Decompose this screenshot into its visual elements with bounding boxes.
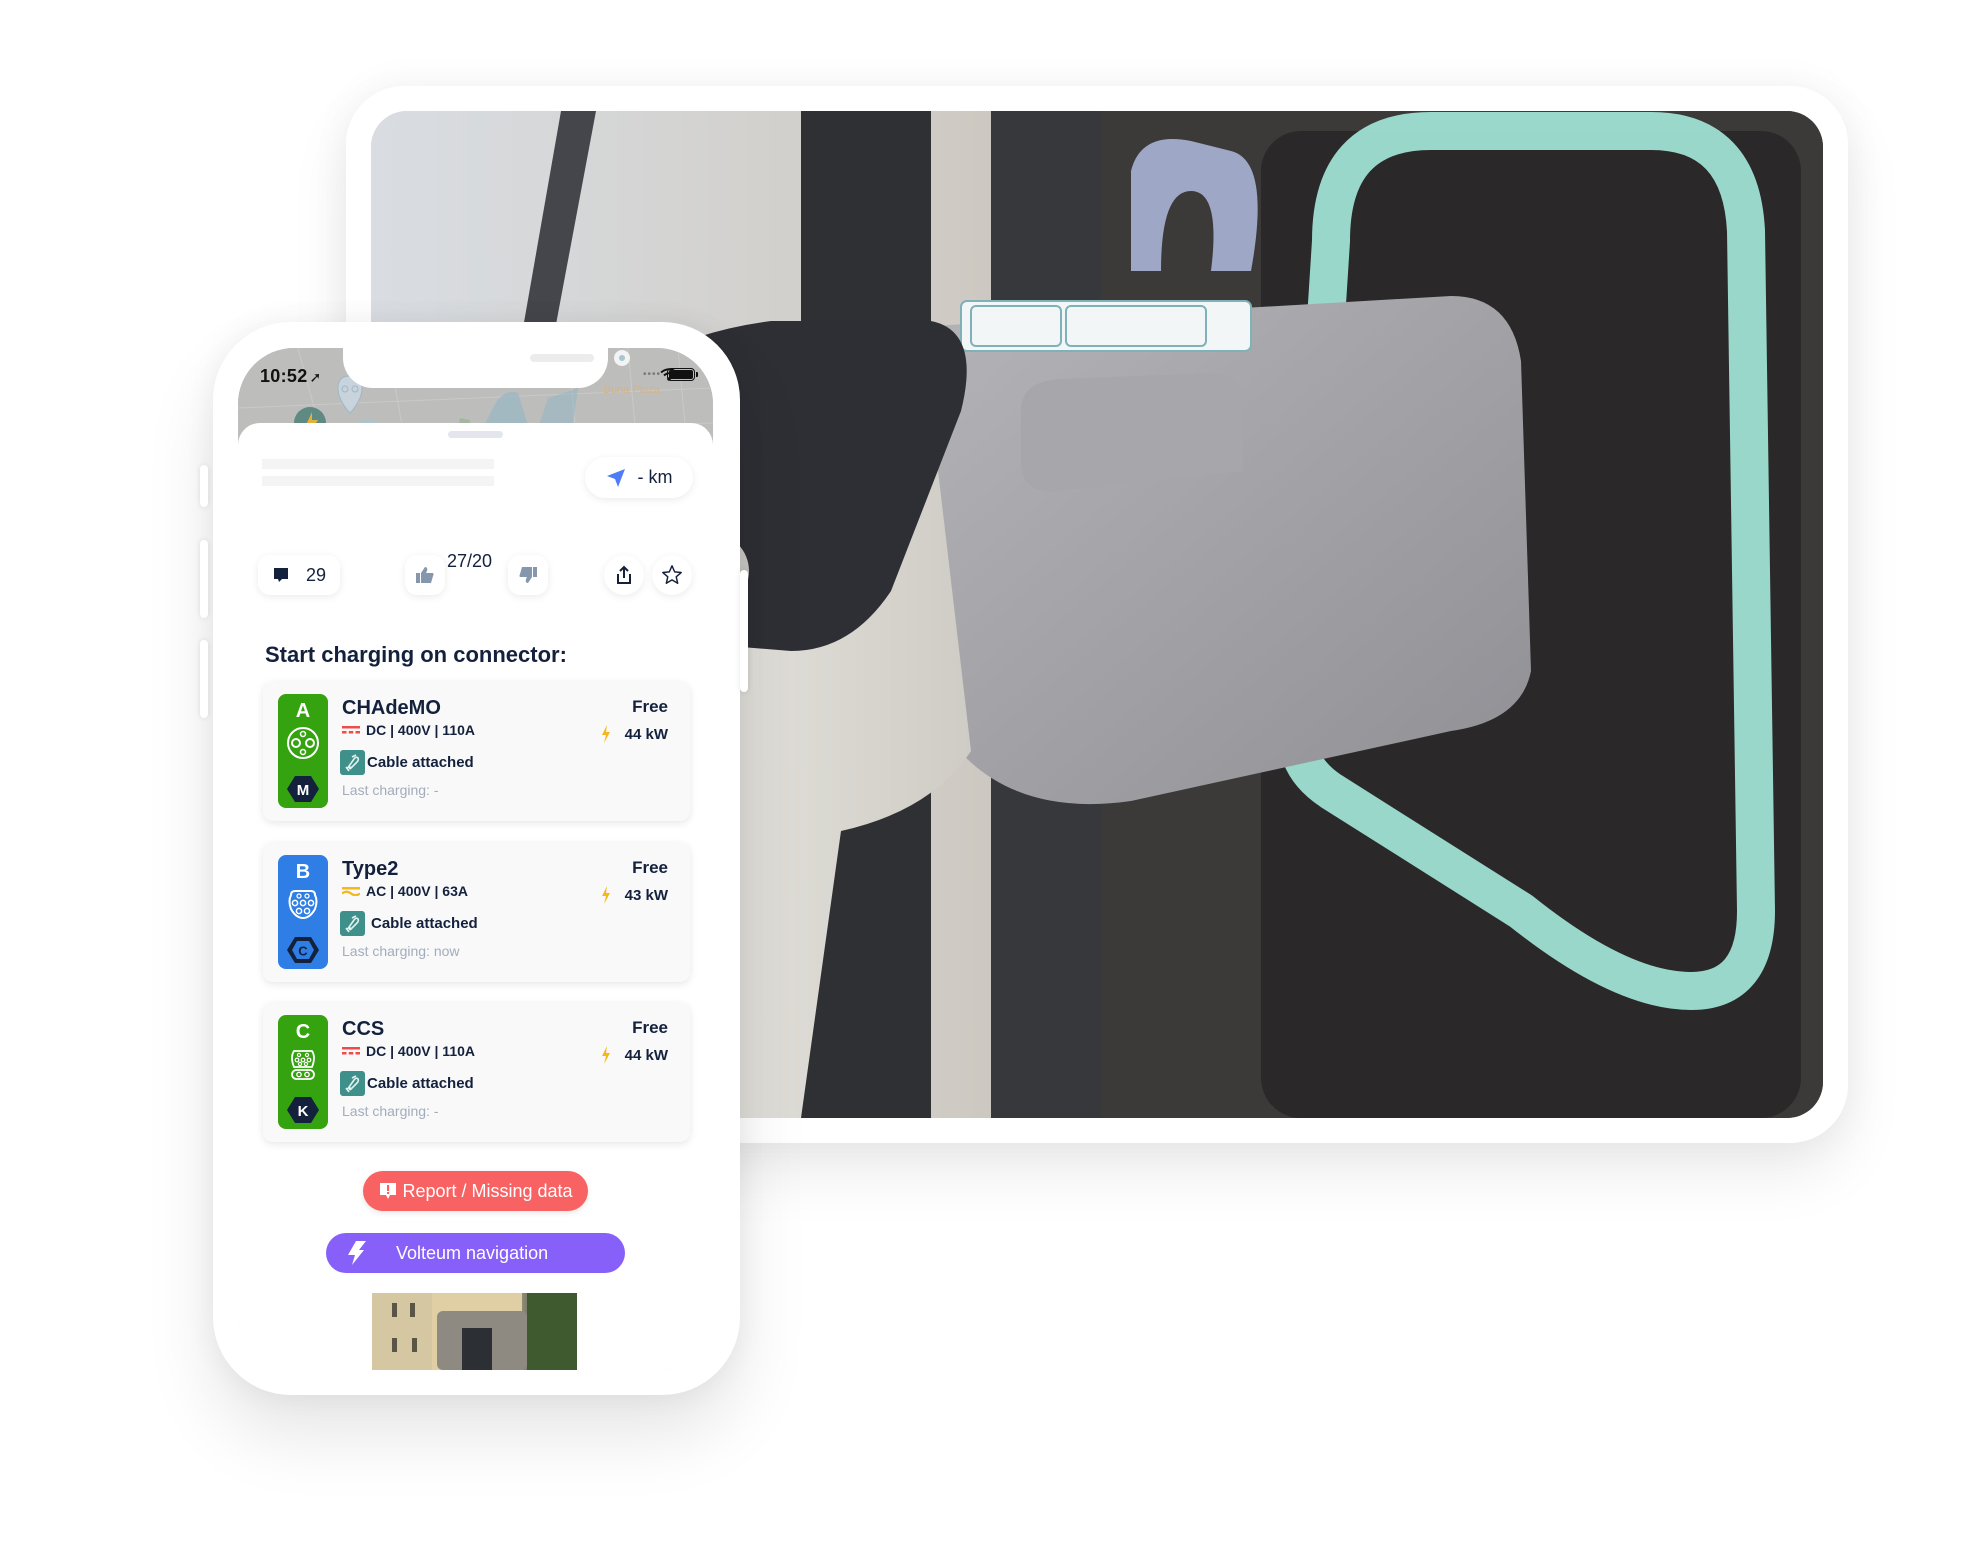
comments-button[interactable]: 29 [258,555,340,595]
volume-up-button [200,540,208,618]
connector-letter: B [295,861,311,883]
connector-spec-text: DC | 400V | 110A [366,722,476,738]
connector-power: 44 kW [601,1046,668,1064]
station-photo-illustration [372,1293,577,1370]
front-camera [614,350,630,366]
operator-hex-icon: C [287,937,319,963]
bolt-icon [601,725,610,743]
cable-icon [340,750,365,775]
connector-spec: AC | 400V | 63A [342,883,468,899]
phone-mockup: Duna Plaza 10:52 ➚ •••• - km 29 27/20 St… [200,322,748,1395]
operator-code: C [298,944,308,959]
connector-letter: C [295,1021,311,1043]
map-label-duna-plaza: Duna Plaza [603,384,661,396]
mute-switch [200,465,208,507]
battery-icon [667,368,698,381]
dc-current-icon [342,1047,360,1055]
chademo-plug-icon [287,727,319,759]
phone-screen: Duna Plaza 10:52 ➚ •••• - km 29 27/20 St… [238,348,713,1370]
connector-name: CHAdeMO [342,697,441,718]
sheet-grabber[interactable] [448,431,503,438]
volume-down-button [200,640,208,718]
connector-power: 43 kW [601,886,668,904]
comment-icon [273,568,288,582]
operator-code: M [297,782,310,799]
connector-badge: B C [278,855,328,969]
operator-hex-icon: K [287,1097,319,1123]
connector-letter: A [295,700,311,722]
navigation-arrow-icon [606,468,625,487]
connector-status: Free [632,858,668,877]
cable-info: Cable attached [340,1071,474,1096]
power-text: 44 kW [624,725,668,743]
report-missing-data-button[interactable]: Report / Missing data [363,1171,588,1211]
cable-info: Cable attached [340,750,474,775]
connector-spec: DC | 400V | 110A [342,1043,475,1059]
connector-spec-text: DC | 400V | 110A [366,1043,476,1059]
type2-plug-icon [288,890,318,920]
cable-icon [340,1071,365,1096]
time-text: 10:52 [260,366,308,386]
cable-icon [340,911,365,936]
title-skeleton [262,459,494,469]
comments-count: 29 [305,564,327,585]
bolt-icon [601,886,610,904]
power-text: 44 kW [624,1046,668,1064]
connector-power: 44 kW [601,725,668,743]
speaker [530,354,594,362]
thumbs-up-icon [416,567,434,583]
cable-text: Cable attached [371,915,478,932]
connector-badge: A M [278,694,328,808]
connector-card[interactable]: B C Type2 AC | 400V | 63A Cable attached… [263,843,690,982]
share-icon [617,565,631,584]
power-button [740,570,748,692]
connector-status: Free [632,697,668,716]
cable-text: Cable attached [367,754,474,771]
thumbs-down-button[interactable] [508,555,548,595]
volteum-navigation-button[interactable]: Volteum navigation [326,1233,625,1273]
section-title: Start charging on connector: [265,642,567,667]
station-photo-thumbnail[interactable] [372,1293,577,1370]
connector-card[interactable]: C K CCS DC | 400V | 110A Cable attached … [263,1003,690,1142]
star-icon [662,565,682,584]
connector-badge: C K [278,1015,328,1129]
location-icon: ➚ [309,369,322,385]
status-time: 10:52 ➚ [260,366,322,387]
connector-name: Type2 [342,858,399,879]
favorite-button[interactable] [652,555,692,595]
bolt-icon [601,1046,610,1064]
share-button[interactable] [604,555,644,595]
operator-hex-icon: M [287,776,319,802]
last-charging: Last charging: - [342,1103,439,1119]
connector-spec-text: AC | 400V | 63A [366,883,468,899]
connector-name: CCS [342,1018,385,1039]
cable-info: Cable attached [340,911,478,936]
volteum-bolt-icon [348,1241,366,1265]
connector-spec: DC | 400V | 110A [342,722,475,738]
last-charging: Last charging: now [342,943,460,959]
connector-card[interactable]: A M CHAdeMO DC | 400V | 110A Cable attac… [263,682,690,821]
station-detail-sheet: - km 29 27/20 Start charging on connecto… [238,423,713,1370]
navigation-label: Volteum navigation [396,1242,549,1263]
ac-current-icon [342,887,360,896]
operator-code: K [298,1103,309,1120]
distance-text: - km [637,467,673,487]
notch [343,348,630,388]
ccs-plug-icon [291,1050,315,1080]
thumbs-down-icon [519,567,537,583]
status-icons: •••• [643,368,698,381]
thumbs-up-button[interactable] [405,555,445,595]
report-icon [380,1183,397,1199]
dc-current-icon [342,726,360,734]
distance-button[interactable]: - km [585,457,693,498]
report-label: Report / Missing data [402,1180,573,1201]
address-skeleton [262,476,494,486]
power-text: 43 kW [624,886,668,904]
cable-text: Cable attached [367,1075,474,1092]
connector-status: Free [632,1018,668,1037]
votes-ratio: 27/20 [447,551,493,571]
last-charging: Last charging: - [342,782,439,798]
